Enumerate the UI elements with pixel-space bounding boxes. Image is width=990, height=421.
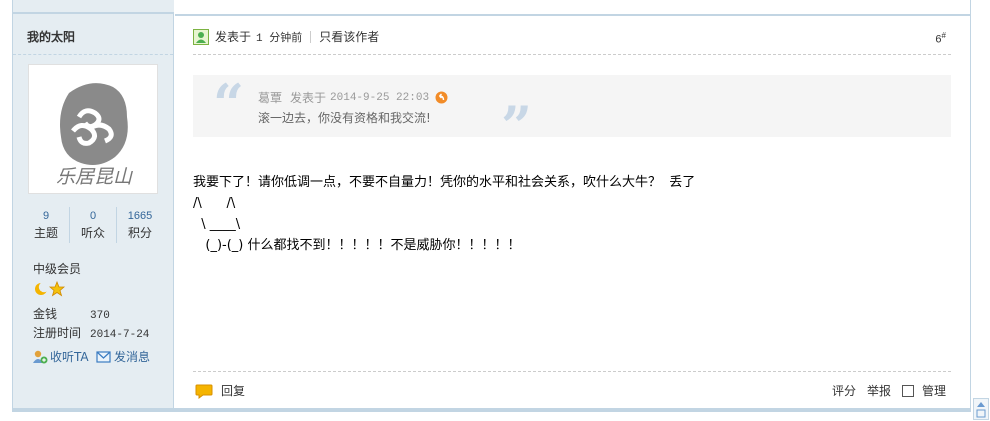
stat-value[interactable]: 1665	[117, 207, 163, 225]
report-button[interactable]: 举报	[867, 384, 891, 398]
stat-value[interactable]: 0	[70, 207, 116, 225]
post-content: 我要下了！请你低调一点，不要不自量力！凭你的水平和社会关系，吹什么大牛？ 丢了 /…	[193, 172, 695, 256]
only-author-link[interactable]: 只看该作者	[319, 28, 379, 45]
follow-label: 收听TA	[50, 350, 89, 364]
rate-button[interactable]: 评分	[832, 382, 856, 399]
send-message-label: 发消息	[114, 350, 151, 364]
reply-label: 回复	[221, 384, 246, 398]
quote-text: 滚一边去，你没有资格和我交流!	[258, 111, 431, 125]
main-top-strip	[175, 0, 970, 16]
follow-button[interactable]: 收听TA	[32, 348, 89, 365]
header-separator	[193, 54, 951, 55]
content-line: /\ /\	[193, 196, 236, 211]
sidebar-divider	[13, 54, 173, 55]
post-actions: 评分 举报 管理	[832, 382, 946, 399]
online-author-icon	[193, 28, 209, 45]
posted-prefix: 发表于	[215, 30, 252, 44]
register-value: 2014-7-24	[90, 329, 150, 341]
content-line: \ ____\	[193, 217, 241, 232]
author-stats: 9 主题 0 听众 1665 积分	[23, 207, 163, 243]
money-row: 金钱 370	[33, 305, 110, 322]
member-grade[interactable]: 中级会员	[33, 260, 81, 277]
content-line: 我要下了！请你低调一点，不要不自量力！凭你的水平和社会关系，吹什么大牛？ 丢了	[193, 175, 696, 190]
sidebar-top-strip	[13, 0, 174, 14]
stat-followers[interactable]: 0 听众	[69, 207, 116, 243]
svg-text:乐居昆山: 乐居昆山	[56, 166, 133, 188]
register-label: 注册时间	[33, 326, 82, 340]
moon-star-rank-icon	[35, 281, 66, 297]
floor-suffix: #	[941, 31, 946, 40]
floor-number[interactable]: 6#	[935, 31, 946, 46]
post-body: 发表于 1 分钟前 只看该作者 6# “ 葛覃 发表于 2014-9-25 22…	[175, 0, 970, 408]
quote-author: 葛覃	[258, 91, 283, 105]
quote-block: “ 葛覃 发表于 2014-9-25 22:03 滚一边去，你没有资格和我交流!…	[193, 72, 951, 153]
post-header: 发表于 1 分钟前 只看该作者	[193, 28, 379, 45]
envelope-icon	[96, 350, 111, 363]
close-quote-icon: ”	[501, 94, 533, 158]
back-to-top-icon	[976, 402, 986, 418]
reply-button[interactable]: 回复	[195, 382, 245, 399]
manage-label[interactable]: 管理	[922, 382, 946, 399]
manage-checkbox[interactable]	[901, 384, 914, 397]
reply-bubble-icon	[195, 384, 213, 399]
posted-time: 1 分钟前	[256, 32, 303, 45]
send-message-button[interactable]: 发消息	[96, 348, 150, 365]
header-divider	[310, 30, 312, 43]
stat-label: 积分	[127, 226, 152, 240]
register-row: 注册时间 2014-7-24	[33, 324, 149, 341]
footer-separator	[193, 371, 951, 372]
stat-points[interactable]: 1665 积分	[116, 207, 163, 243]
quote-posted-label: 发表于	[290, 91, 327, 105]
quote-time: 2014-9-25 22:03	[330, 91, 430, 104]
avatar[interactable]: 乐居昆山	[28, 64, 158, 194]
money-value: 370	[90, 310, 110, 322]
stat-threads[interactable]: 9 主题	[23, 207, 69, 243]
avatar-logo-icon: 乐居昆山	[56, 83, 133, 188]
open-quote-icon: “	[213, 72, 245, 136]
author-sidebar: 我的太阳 乐居昆山 9 主题 0 听众 1665 积分 中级会员 金钱 370 …	[13, 0, 174, 408]
money-label: 金钱	[33, 307, 58, 321]
follow-user-icon	[33, 350, 48, 363]
stat-label: 主题	[33, 226, 58, 240]
stat-value[interactable]: 9	[23, 207, 69, 225]
stat-label: 听众	[80, 226, 105, 240]
content-line: (_)-(_) 什么都找不到！！！！！不是威胁你！！！！！	[193, 238, 521, 253]
author-username[interactable]: 我的太阳	[27, 28, 75, 45]
quote-meta: 葛覃 发表于 2014-9-25 22:03	[258, 89, 448, 106]
back-to-top-button[interactable]	[973, 398, 989, 420]
post-bottom-band	[12, 408, 971, 412]
jump-to-post-icon[interactable]	[435, 91, 448, 104]
